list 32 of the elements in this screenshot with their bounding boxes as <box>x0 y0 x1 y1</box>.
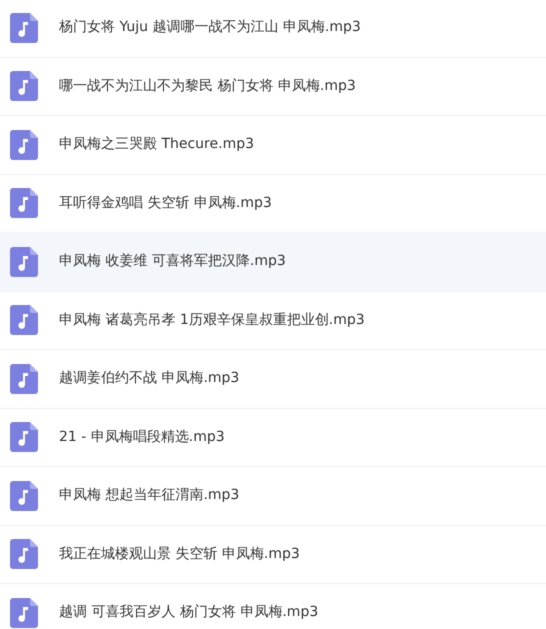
music-file-icon <box>10 422 38 452</box>
file-name: 申凤梅 收姜维 可喜将军把汉降.mp3 <box>59 252 286 272</box>
file-name: 耳听得金鸡唱 失空斩 申凤梅.mp3 <box>59 194 272 213</box>
file-row[interactable]: 我正在城楼观山景 失空斩 申凤梅.mp3 <box>0 526 546 584</box>
file-name: 越调姜伯约不战 申凤梅.mp3 <box>59 369 240 388</box>
file-name: 申凤梅之三哭殿 Thecure.mp3 <box>59 135 254 154</box>
music-file-icon <box>10 305 38 336</box>
music-file-icon <box>10 598 38 628</box>
file-name: 21 - 申凤梅唱段精选.mp3 <box>59 428 225 447</box>
file-name: 越调 可喜我百岁人 杨门女将 申凤梅.mp3 <box>59 603 318 622</box>
music-file-icon <box>10 246 38 277</box>
file-name: 我正在城楼观山景 失空斩 申凤梅.mp3 <box>59 544 300 564</box>
file-row[interactable]: 越调姜伯约不战 申凤梅.mp3 <box>0 350 546 408</box>
file-row[interactable]: 21 - 申凤梅唱段精选.mp3 <box>0 408 546 467</box>
file-row[interactable]: 申凤梅之三哭殿 Thecure.mp3 <box>0 116 546 174</box>
file-row[interactable]: 申凤梅 诸葛亮吊孝 1历艰辛保皇叔重把业创.mp3 <box>0 292 546 350</box>
file-row[interactable]: 越调 可喜我百岁人 杨门女将 申凤梅.mp3 <box>0 584 546 629</box>
music-file-icon <box>10 480 38 511</box>
file-row[interactable]: 杨门女将 Yuju 越调哪一战不为江山 申凤梅.mp3 <box>0 0 546 58</box>
music-file-icon <box>10 364 38 394</box>
file-row[interactable]: 申凤梅 想起当年征渭南.mp3 <box>0 467 546 526</box>
music-file-icon <box>10 188 38 218</box>
file-row[interactable]: 哪一战不为江山不为黎民 杨门女将 申凤梅.mp3 <box>0 58 546 116</box>
music-file-icon <box>10 539 38 570</box>
file-row[interactable]: 申凤梅 收姜维 可喜将军把汉降.mp3 <box>0 233 546 292</box>
music-file-icon <box>10 71 38 102</box>
file-name: 哪一战不为江山不为黎民 杨门女将 申凤梅.mp3 <box>59 76 356 96</box>
music-file-icon <box>10 12 38 43</box>
music-file-icon <box>10 130 38 160</box>
file-name: 杨门女将 Yuju 越调哪一战不为江山 申凤梅.mp3 <box>59 18 361 38</box>
file-name: 申凤梅 诸葛亮吊孝 1历艰辛保皇叔重把业创.mp3 <box>59 310 365 330</box>
file-name: 申凤梅 想起当年征渭南.mp3 <box>59 486 240 506</box>
